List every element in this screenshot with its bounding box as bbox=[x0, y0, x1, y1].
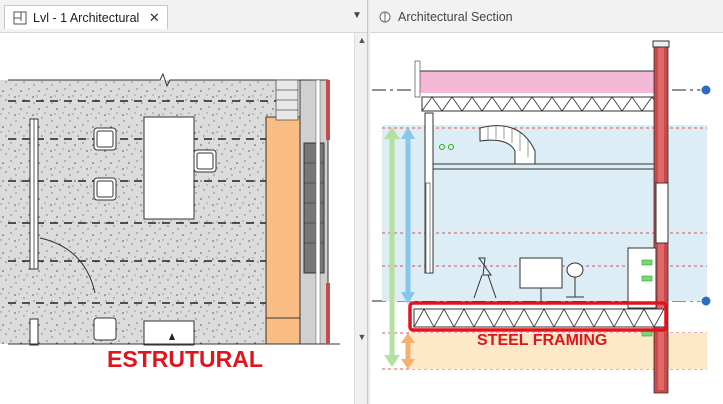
left-tab-bar: Lvl - 1 Architectural ✕ ▼ bbox=[0, 0, 369, 33]
tab-lvl-1-architectural[interactable]: Lvl - 1 Architectural ✕ bbox=[4, 5, 168, 29]
section-view-icon bbox=[378, 10, 392, 24]
estrutural-annotation: ESTRUTURAL bbox=[107, 346, 263, 372]
steel-framing-annotation: STEEL FRAMING bbox=[477, 332, 608, 349]
floor-plan-view[interactable]: Lvl - 1 Architectural ✕ ▼ ▲ ▼ ESTRUTURAL bbox=[0, 0, 369, 404]
close-icon[interactable]: ✕ bbox=[147, 10, 161, 25]
right-tab-bar: Architectural Section bbox=[370, 0, 723, 33]
tab-architectural-section[interactable]: Architectural Section bbox=[370, 5, 530, 29]
section-view[interactable]: Architectural Section STEEL FRAMING bbox=[370, 0, 723, 404]
dropdown-arrow-icon[interactable]: ▼ bbox=[350, 8, 364, 22]
tab-title: Architectural Section bbox=[398, 10, 513, 24]
floor-plan-icon bbox=[13, 11, 27, 25]
tab-title: Lvl - 1 Architectural bbox=[33, 10, 140, 25]
